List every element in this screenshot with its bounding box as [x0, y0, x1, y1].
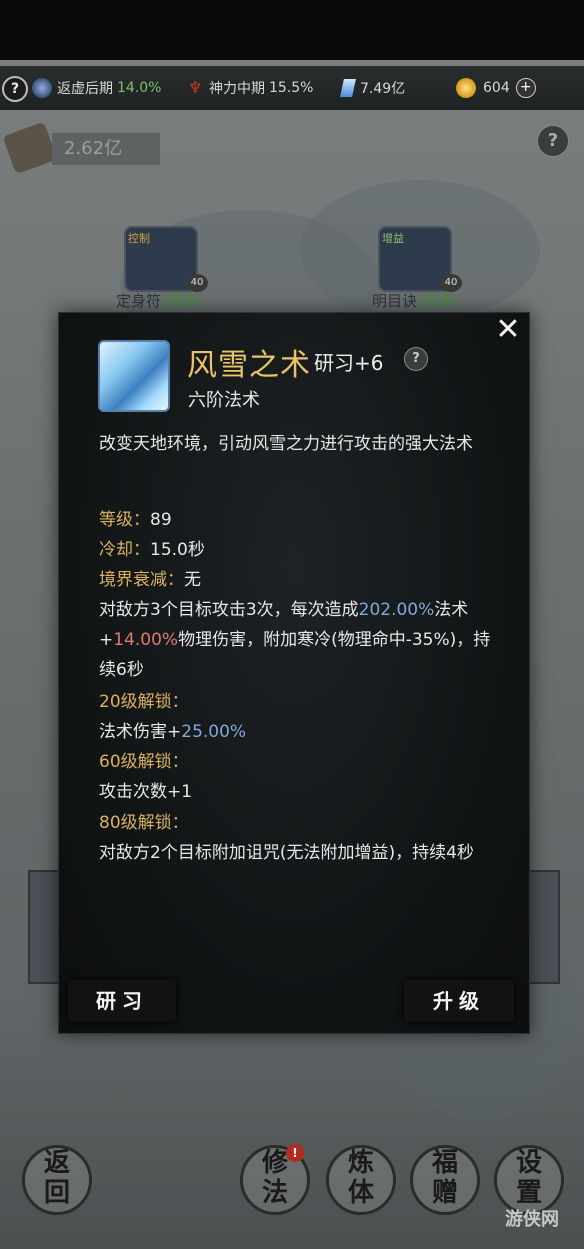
skill-label: 定身符: [116, 292, 162, 310]
crystal-icon: [340, 79, 356, 97]
close-icon[interactable]: ✕: [492, 314, 524, 346]
stat-cooldown: 冷却：15.0秒: [99, 535, 499, 565]
coin-value: 604: [483, 80, 510, 96]
skill-tier: 六阶法术: [188, 390, 260, 411]
body-refine-button[interactable]: 炼体: [326, 1145, 396, 1215]
watermark: 游侠网: [505, 1209, 559, 1230]
plus-icon[interactable]: +: [515, 78, 536, 98]
stat-label: 冷却：: [99, 540, 150, 560]
help-icon[interactable]: ?: [537, 125, 569, 157]
resource-value: 2.62亿: [52, 133, 160, 165]
stat-label: 境界衰减：: [99, 570, 184, 590]
crystal-display: 7.49亿: [340, 77, 406, 99]
nav-char: 体: [347, 1178, 374, 1208]
divine-percent: 15.5%: [269, 80, 314, 96]
skill-tag: (圆满): [417, 292, 459, 310]
side-panel-left: [28, 870, 62, 984]
stat-level: 等级：89: [99, 505, 499, 535]
notification-badge: !: [286, 1144, 304, 1162]
skill-name-mingmujue: 明目诀(圆满): [372, 290, 459, 311]
divine-display: ♆ 神力中期 15.5%: [188, 77, 313, 99]
unlock-20-effect: 法术伤害+25.00%: [99, 717, 499, 747]
stat-value: 15.0秒: [150, 540, 205, 560]
effect-text: 对敌方3个目标攻击3次，每次造成: [99, 600, 359, 620]
stat-label: 等级：: [99, 510, 150, 530]
unlock-label: 20级解锁：: [99, 692, 189, 712]
effect-percent: 202.00%: [358, 600, 435, 620]
skill-slot-mingmujue[interactable]: 增益 40: [378, 226, 462, 292]
skill-badge: 控制: [128, 232, 150, 245]
unlock-80-effect: 对敌方2个目标附加诅咒(无法附加增益)，持续4秒: [99, 843, 474, 863]
unlock-label: 60级解锁：: [99, 752, 189, 772]
crystal-value: 7.49亿: [360, 81, 406, 97]
question-icon[interactable]: ?: [2, 76, 28, 102]
unlock-percent: 25.00%: [181, 722, 247, 742]
stat-decay: 境界衰减：无: [99, 565, 499, 595]
unlock-text: 法术伤害+: [99, 722, 182, 742]
coin-icon: [456, 78, 476, 98]
divine-label: 神力中期: [209, 81, 265, 97]
realm-percent: 14.0%: [117, 80, 162, 96]
ice-skill-icon: [98, 340, 170, 412]
skill-label: 明目诀: [372, 292, 418, 310]
nav-char: 福: [431, 1148, 458, 1178]
stat-value: 无: [184, 570, 201, 590]
divine-power-icon: ♆: [188, 78, 203, 97]
nav-char: 返: [43, 1148, 70, 1178]
skill-badge: 增益: [382, 232, 404, 245]
yin-yang-icon: [32, 78, 52, 98]
unlock-label: 80级解锁：: [99, 813, 189, 833]
realm-display: 返虚后期 14.0%: [32, 77, 161, 99]
unlock-80-label: 80级解锁：: [99, 808, 499, 838]
question-icon[interactable]: ?: [404, 347, 428, 371]
stat-value: 89: [150, 510, 172, 530]
research-button[interactable]: 研习: [68, 980, 176, 1022]
top-dark-strip: [0, 0, 584, 60]
side-panel-right: [526, 870, 560, 984]
skill-description: 改变天地环境，引动风雪之力进行攻击的强大法术: [99, 434, 473, 454]
skill-name-dingshenfu: 定身符(圆满): [116, 290, 203, 311]
nav-char: 炼: [347, 1148, 374, 1178]
unlock-60-effect: 攻击次数+1: [99, 782, 193, 802]
nav-char: 置: [515, 1178, 542, 1208]
unlock-20-label: 20级解锁：: [99, 687, 499, 717]
unlock-60-label: 60级解锁：: [99, 747, 499, 777]
skill-title: 风雪之术: [187, 348, 311, 383]
nav-char: 回: [43, 1178, 70, 1208]
skill-effect: 对敌方3个目标攻击3次，每次造成202.00%法术+14.00%物理伤害，附加寒…: [99, 595, 499, 685]
skill-research-level: 研习+6: [314, 351, 384, 375]
realm-label: 返虚后期: [57, 81, 113, 97]
back-button[interactable]: 返回: [22, 1145, 92, 1215]
upgrade-button[interactable]: 升级: [404, 980, 514, 1022]
gift-button[interactable]: 福赠: [410, 1145, 480, 1215]
nav-char: 赠: [431, 1178, 458, 1208]
coin-display: 604 +: [456, 77, 536, 99]
skill-slot-dingshenfu[interactable]: 控制 40: [124, 226, 208, 292]
effect-percent: 14.00%: [113, 630, 179, 650]
nav-char: 法: [261, 1178, 288, 1208]
skill-tag: (圆满): [161, 292, 203, 310]
nav-char: 设: [515, 1148, 542, 1178]
